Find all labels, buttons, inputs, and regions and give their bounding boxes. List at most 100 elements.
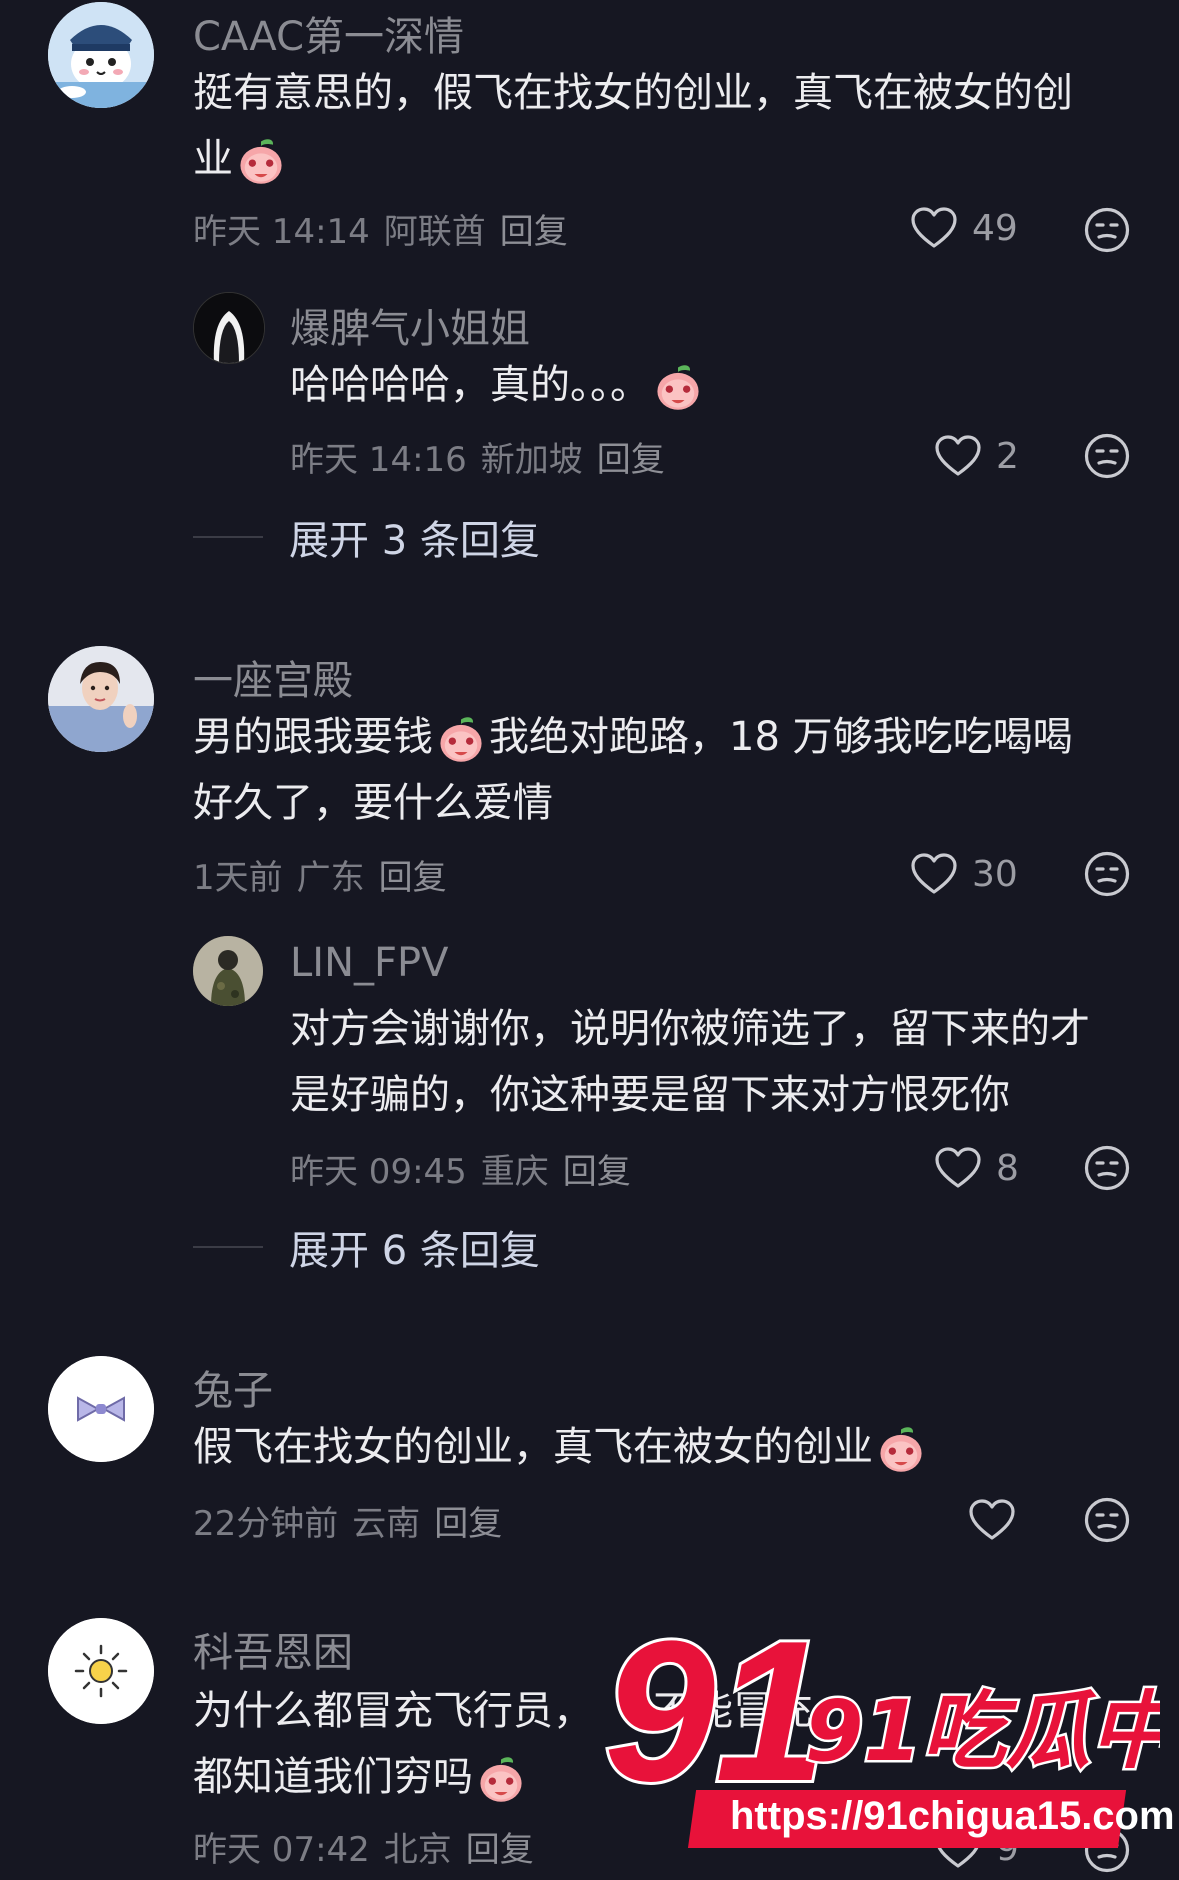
like-count: 8 — [996, 1147, 1019, 1189]
like-count: 30 — [972, 853, 1018, 895]
comment-meta: 22分钟前 云南 回复 — [193, 1496, 502, 1545]
reply-text-line: 对方会谢谢你，说明你被筛选了，留下来的才 — [290, 1006, 1090, 1052]
reply-button[interactable]: 回复 — [563, 1152, 631, 1192]
bow-avatar-icon — [48, 1356, 154, 1462]
like-count: 49 — [972, 207, 1018, 249]
meh-face-icon — [1083, 206, 1131, 254]
comment-text-line: 男的跟我要钱 我绝对跑路，18 万够我吃吃喝喝 — [193, 704, 1073, 770]
expand-replies-label[interactable]: 展开 3 条回复 — [289, 508, 540, 566]
comment-location: 阿联酋 — [383, 212, 486, 252]
avatar[interactable] — [193, 936, 263, 1006]
comment-text-line: 挺有意思的，假飞在找女的创业，真飞在被女的创 — [193, 70, 1073, 116]
comment-text-fragment: 假飞在找女的创业，真飞在被女的创业 — [193, 1424, 873, 1470]
comment-author[interactable]: 科吾恩困 — [193, 1620, 353, 1678]
avatar[interactable] — [48, 646, 154, 752]
like-button[interactable]: 49 — [910, 206, 1018, 250]
woman-photo-avatar-icon — [48, 646, 154, 752]
comment-location: 北京 — [383, 1830, 452, 1870]
reply-button[interactable]: 回复 — [434, 1504, 502, 1544]
reply-meta: 昨天 14:16 新加坡 回复 — [290, 432, 665, 481]
meh-face-icon — [1083, 1496, 1131, 1544]
comment-time: 1天前 — [193, 858, 283, 898]
comment-time: 22分钟前 — [193, 1504, 339, 1544]
reply-button[interactable]: 回复 — [466, 1830, 534, 1870]
comment-author[interactable]: 兔子 — [193, 1358, 273, 1416]
avatar[interactable] — [48, 1356, 154, 1462]
watermark-logo: 91 91吃瓜中心 https://91chigua15.com — [600, 1597, 1179, 1860]
meh-face-icon — [1083, 432, 1131, 480]
reply-text-line: 是好骗的，你这种要是留下来对方恨死你 — [290, 1072, 1010, 1118]
reply-author[interactable]: LIN_FPV — [290, 940, 449, 986]
comment-text: 假飞在找女的创业，真飞在被女的创业 — [193, 1414, 929, 1480]
comment-text-line: 业 — [193, 126, 1073, 192]
reply-button[interactable]: 回复 — [597, 440, 665, 480]
comment-text: 挺有意思的，假飞在找女的创业，真飞在被女的创 业 — [193, 60, 1073, 192]
comment-author[interactable]: CAAC第一深情 — [193, 4, 464, 62]
like-button[interactable]: 30 — [910, 852, 1018, 896]
comment-location: 云南 — [352, 1504, 421, 1544]
comment-text-line: 好久了，要什么爱情 — [193, 780, 553, 826]
comment-text-fragment: 都知道我们穷吗 — [193, 1754, 473, 1800]
comment-text-fragment: 男的跟我要钱 — [193, 714, 433, 760]
reply-text-fragment: 哈哈哈哈，真的。。。 — [290, 362, 650, 408]
reply-meta: 昨天 09:45 重庆 回复 — [290, 1144, 631, 1193]
reply-text-line: 哈哈哈哈，真的。。。 — [290, 352, 706, 418]
heart-icon — [934, 1146, 982, 1190]
avatar[interactable] — [193, 292, 265, 364]
reply-text: 对方会谢谢你，说明你被筛选了，留下来的才 是好骗的，你这种要是留下来对方恨死你 — [290, 996, 1090, 1128]
comment-location: 广东 — [296, 858, 365, 898]
reply-button[interactable]: 回复 — [379, 858, 447, 898]
divider — [193, 536, 263, 538]
comment-text-fragment: 为什么都冒充飞行员， — [193, 1688, 593, 1734]
expand-replies[interactable]: 展开 3 条回复 — [193, 508, 540, 566]
expand-replies-label[interactable]: 展开 6 条回复 — [289, 1218, 540, 1276]
like-button[interactable]: 8 — [934, 1146, 1019, 1190]
comment-author[interactable]: 一座宫殿 — [193, 648, 353, 706]
comment-time: 昨天 14:14 — [193, 212, 370, 252]
comment-text: 男的跟我要钱 我绝对跑路，18 万够我吃吃喝喝 好久了，要什么爱情 — [193, 704, 1073, 836]
dislike-button[interactable] — [1083, 850, 1131, 902]
reply-author[interactable]: 爆脾气小姐姐 — [290, 296, 530, 354]
avatar[interactable] — [48, 1618, 154, 1724]
peach-emoji-icon — [875, 1423, 927, 1475]
reply-text: 哈哈哈哈，真的。。。 — [290, 352, 706, 418]
like-button[interactable] — [968, 1498, 1016, 1542]
comment-meta: 昨天 14:14 阿联酋 回复 — [193, 204, 568, 253]
comment-meta: 昨天 07:42 北京 回复 — [193, 1822, 534, 1871]
like-count: 2 — [996, 435, 1019, 477]
watermark-title: 91吃瓜中心 — [805, 1682, 1160, 1780]
comment-meta: 1天前 广东 回复 — [193, 850, 447, 899]
crying-peach-emoji-icon — [652, 361, 704, 413]
peach-emoji-icon — [235, 135, 287, 187]
avatar[interactable] — [48, 2, 154, 108]
comment-time: 昨天 07:42 — [193, 1830, 370, 1870]
peach-emoji-icon — [435, 713, 487, 765]
dislike-button[interactable] — [1083, 1144, 1131, 1196]
dark-hair-avatar-icon — [194, 293, 264, 363]
divider — [193, 1246, 263, 1248]
watermark-url: https://91chigua15.com — [730, 1794, 1175, 1838]
reply-location: 重庆 — [480, 1152, 549, 1192]
comment-text-line: 假飞在找女的创业，真飞在被女的创业 — [193, 1414, 929, 1480]
expand-replies[interactable]: 展开 6 条回复 — [193, 1218, 540, 1276]
soldier-photo-avatar-icon — [193, 936, 263, 1006]
comment-text-fragment: 业 — [193, 136, 233, 182]
reply-time: 昨天 14:16 — [290, 440, 467, 480]
reply-location: 新加坡 — [480, 440, 583, 480]
cartoon-pilot-avatar-icon — [48, 2, 154, 108]
heart-icon — [910, 852, 958, 896]
like-button[interactable]: 2 — [934, 434, 1019, 478]
reply-button[interactable]: 回复 — [500, 212, 568, 252]
crying-emoji-icon — [475, 1753, 527, 1805]
dislike-button[interactable] — [1083, 206, 1131, 258]
meh-face-icon — [1083, 850, 1131, 898]
heart-icon — [968, 1498, 1016, 1542]
dislike-button[interactable] — [1083, 1496, 1131, 1548]
meh-face-icon — [1083, 1144, 1131, 1192]
sun-avatar-icon — [48, 1618, 154, 1724]
comment-text-fragment: 我绝对跑路，18 万够我吃吃喝喝 — [489, 714, 1073, 760]
heart-icon — [934, 434, 982, 478]
heart-icon — [910, 206, 958, 250]
reply-time: 昨天 09:45 — [290, 1152, 467, 1192]
dislike-button[interactable] — [1083, 432, 1131, 484]
